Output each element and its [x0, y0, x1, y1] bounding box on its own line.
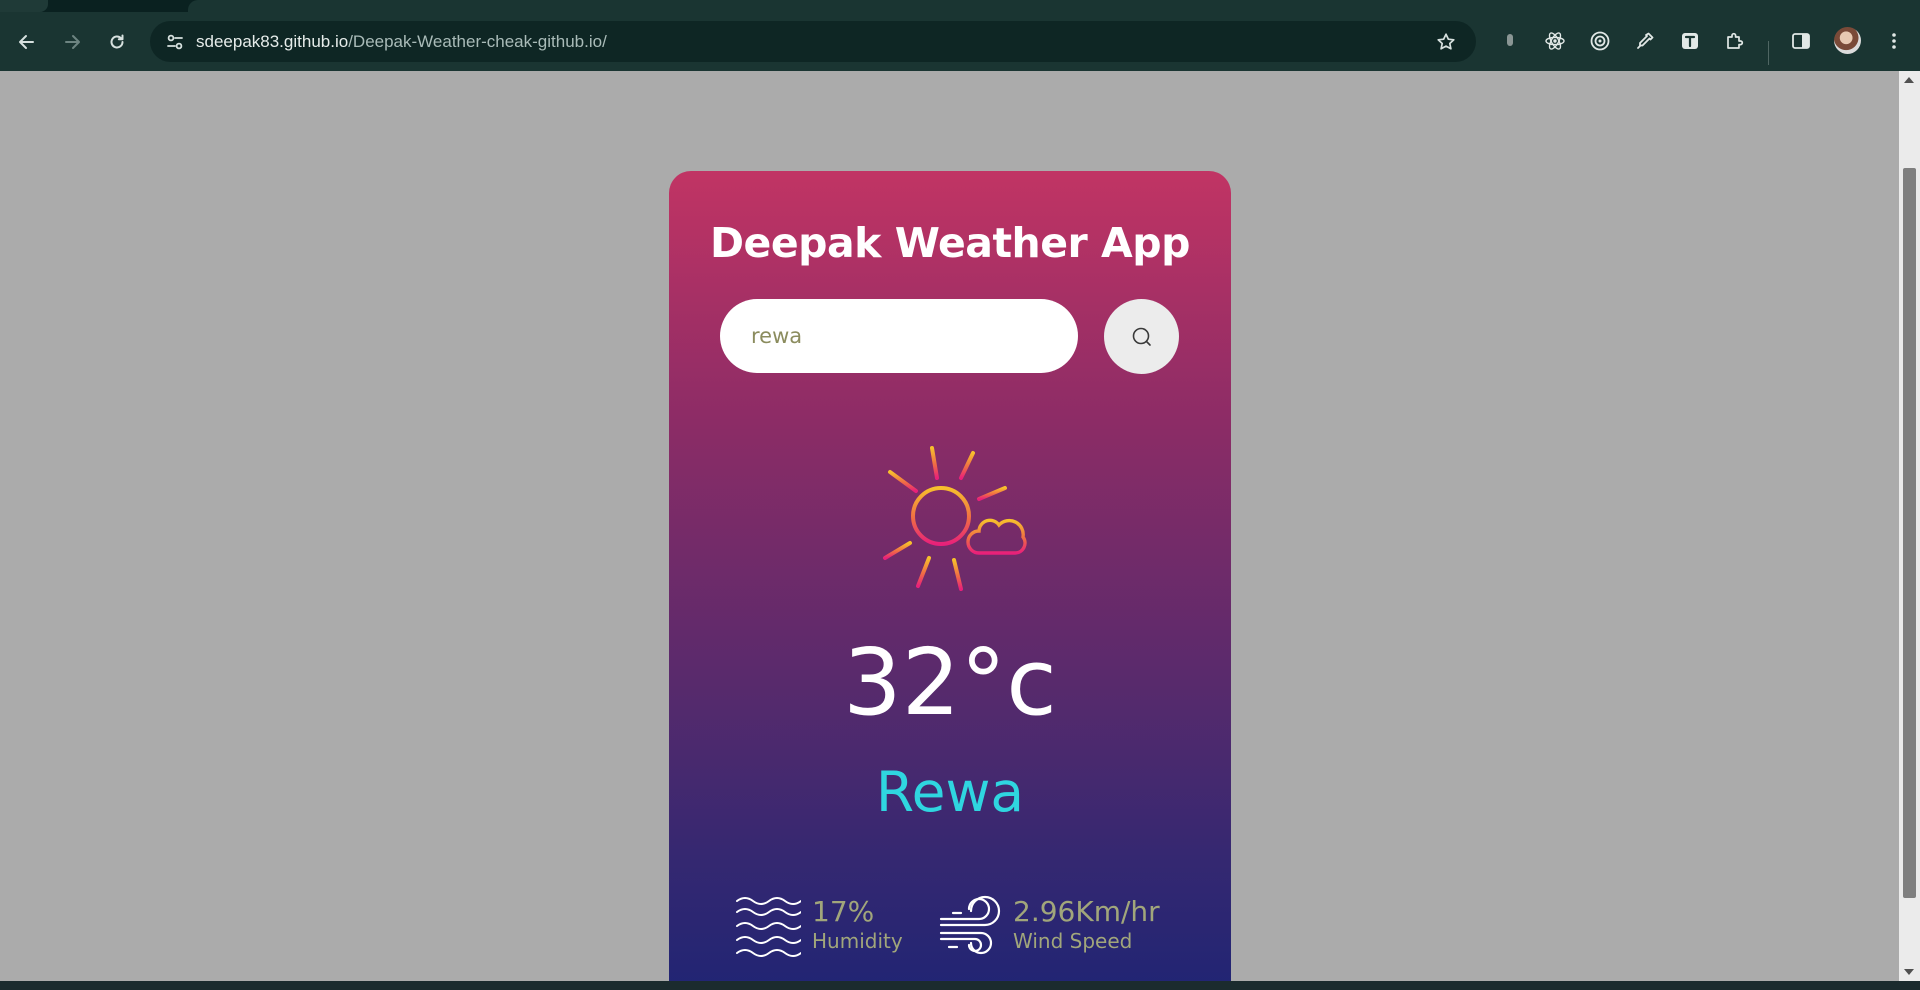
eyedropper-icon: [1637, 32, 1654, 49]
active-tab[interactable]: [188, 0, 1920, 12]
side-panel-icon: [1792, 33, 1810, 49]
browser-menu-button[interactable]: [1880, 27, 1908, 55]
back-button[interactable]: [14, 29, 40, 55]
kebab-menu-icon: [1892, 33, 1896, 49]
address-bar[interactable]: sdeepak83.github.io/Deepak-Weather-cheak…: [150, 21, 1476, 62]
reload-icon: [110, 34, 124, 49]
extension-react-button[interactable]: [1541, 27, 1569, 55]
extensions-menu-button[interactable]: [1721, 27, 1749, 55]
wind-icon: [939, 895, 1001, 955]
tune-icon: [167, 34, 183, 50]
wind-speed-value: 2.96Km/hr: [1013, 895, 1160, 928]
app-title: Deepak Weather App: [710, 219, 1190, 267]
humidity-waves-icon: [736, 897, 801, 957]
page-viewport: Deepak Weather App rewa 32°c Rewa 17% Hu…: [0, 71, 1899, 990]
extension-mic-button[interactable]: [1496, 27, 1524, 55]
react-atom-icon: [1545, 32, 1565, 50]
search-button[interactable]: [1104, 299, 1179, 374]
profile-avatar[interactable]: [1834, 27, 1861, 54]
taskbar-edge: [0, 981, 1920, 990]
side-panel-button[interactable]: [1787, 27, 1815, 55]
reload-button[interactable]: [104, 29, 130, 55]
url-text[interactable]: sdeepak83.github.io/Deepak-Weather-cheak…: [196, 21, 607, 62]
inactive-tab[interactable]: [0, 0, 48, 12]
bookmark-star-button[interactable]: [1434, 30, 1458, 54]
forward-button[interactable]: [59, 29, 85, 55]
humidity-label: Humidity: [812, 929, 903, 953]
toolbar-divider: [1768, 41, 1769, 65]
arrow-left-icon: [19, 35, 34, 49]
star-icon: [1437, 33, 1455, 50]
url-host: sdeepak83.github.io: [196, 32, 349, 51]
city-search-input[interactable]: [720, 299, 1078, 373]
scroll-up-arrow[interactable]: [1904, 77, 1914, 83]
scroll-down-arrow[interactable]: [1904, 969, 1914, 975]
extension-text-button[interactable]: [1676, 27, 1704, 55]
microphone-icon: [1507, 34, 1513, 46]
extension-eyedropper-button[interactable]: [1631, 27, 1659, 55]
temperature-value: 32°c: [843, 629, 1057, 736]
browser-toolbar: sdeepak83.github.io/Deepak-Weather-cheak…: [0, 12, 1920, 71]
search-icon: [1132, 327, 1151, 346]
arrow-right-icon: [65, 35, 80, 49]
url-path: /Deepak-Weather-cheak-github.io/: [348, 32, 607, 51]
text-t-icon: [1682, 33, 1698, 49]
vertical-scrollbar[interactable]: [1899, 71, 1920, 981]
sun-behind-cloud-icon: [877, 446, 1027, 591]
weather-card: Deepak Weather App rewa 32°c Rewa 17% Hu…: [669, 171, 1231, 990]
scrollbar-thumb[interactable]: [1903, 168, 1916, 898]
tab-strip: [0, 0, 1920, 12]
site-info-button[interactable]: [162, 29, 188, 55]
city-name: Rewa: [875, 760, 1025, 824]
puzzle-icon: [1727, 32, 1744, 49]
humidity-value: 17%: [812, 895, 875, 928]
extension-target-button[interactable]: [1586, 27, 1614, 55]
target-icon: [1590, 31, 1610, 51]
wind-speed-label: Wind Speed: [1013, 929, 1133, 953]
